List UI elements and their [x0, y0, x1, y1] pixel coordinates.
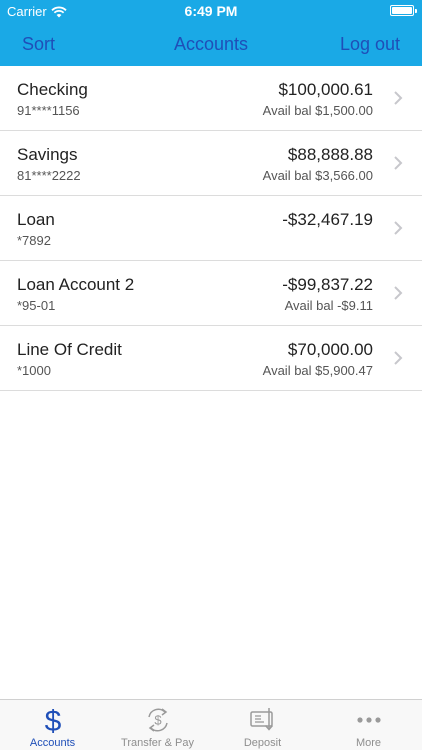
- account-number: 91****1156: [17, 103, 80, 118]
- tab-label: Transfer & Pay: [121, 737, 194, 749]
- status-time: 6:49 PM: [184, 3, 238, 19]
- tab-deposit[interactable]: Deposit: [210, 700, 315, 750]
- chevron-right-icon: [394, 351, 403, 365]
- battery-icon: [390, 5, 417, 16]
- chevron-right-icon: [394, 156, 403, 170]
- accounts-list: Checking 91****1156 $100,000.61 Avail ba…: [0, 66, 422, 391]
- check-deposit-icon: [249, 708, 273, 731]
- account-name: Line Of Credit: [17, 340, 122, 359]
- account-number: *7892: [17, 233, 51, 248]
- available-balance: Avail bal $3,566.00: [262, 168, 373, 183]
- svg-text:$: $: [44, 705, 61, 735]
- svg-text:$: $: [154, 713, 162, 728]
- available-balance: Avail bal $1,500.00: [262, 103, 373, 118]
- account-balance: -$32,467.19: [282, 210, 373, 229]
- account-name: Savings: [17, 145, 78, 164]
- more-dots-icon: [356, 717, 381, 723]
- navigation-bar: Sort Accounts Log out: [0, 22, 422, 66]
- account-row-checking[interactable]: Checking 91****1156 $100,000.61 Avail ba…: [0, 66, 422, 131]
- account-number: 81****2222: [17, 168, 81, 183]
- chevron-right-icon: [394, 221, 403, 235]
- tab-accounts[interactable]: $ Accounts: [0, 700, 105, 750]
- chevron-right-icon: [394, 91, 403, 105]
- account-name: Loan: [17, 210, 55, 229]
- account-name: Checking: [17, 80, 88, 99]
- tab-bar: $ Accounts $ Transfer & Pay Deposit More: [0, 699, 422, 750]
- account-name: Loan Account 2: [17, 275, 135, 294]
- account-number: *95-01: [17, 298, 56, 313]
- status-bar: Carrier 6:49 PM: [0, 0, 422, 22]
- account-balance: $100,000.61: [278, 80, 373, 99]
- available-balance: Avail bal $5,900.47: [262, 363, 373, 378]
- tab-label: Accounts: [29, 737, 76, 749]
- account-row-savings[interactable]: Savings 81****2222 $88,888.88 Avail bal …: [0, 131, 422, 196]
- account-row-line-of-credit[interactable]: Line Of Credit *1000 $70,000.00 Avail ba…: [0, 326, 422, 391]
- account-number: *1000: [17, 363, 51, 378]
- tab-transfer-pay[interactable]: $ Transfer & Pay: [105, 700, 210, 750]
- logout-button[interactable]: Log out: [340, 34, 400, 55]
- tab-label: More: [355, 737, 382, 749]
- sort-button[interactable]: Sort: [22, 34, 55, 55]
- dollar-icon: $: [44, 705, 61, 735]
- tab-label: Deposit: [243, 737, 282, 749]
- account-row-loan-account-2[interactable]: Loan Account 2 *95-01 -$99,837.22 Avail …: [0, 261, 422, 326]
- available-balance: Avail bal -$9.11: [284, 298, 373, 313]
- transfer-icon: $: [147, 708, 168, 732]
- account-balance: $88,888.88: [287, 145, 373, 164]
- account-balance: -$99,837.22: [282, 275, 373, 294]
- tab-more[interactable]: More: [316, 700, 421, 750]
- chevron-right-icon: [394, 286, 403, 300]
- account-balance: $70,000.00: [287, 340, 373, 359]
- account-row-loan[interactable]: Loan *7892 -$32,467.19: [0, 196, 422, 261]
